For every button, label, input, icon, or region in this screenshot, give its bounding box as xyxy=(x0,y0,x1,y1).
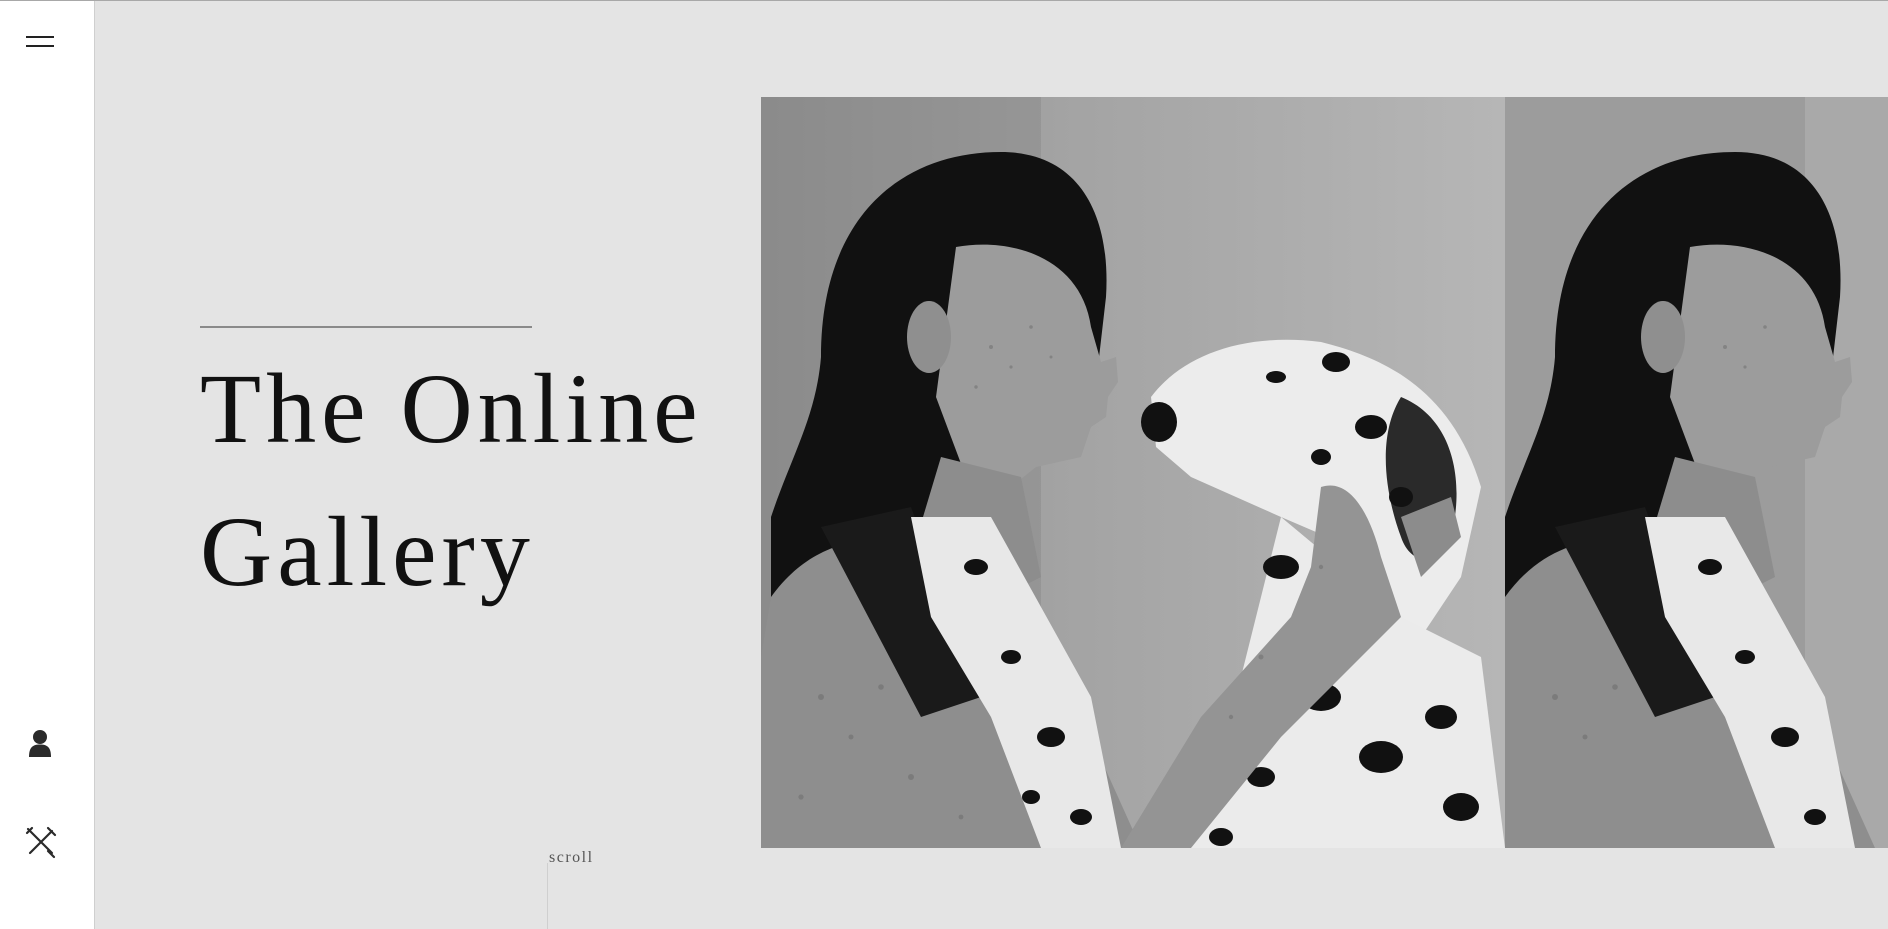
scroll-label[interactable]: scroll xyxy=(549,849,594,867)
gallery-photo[interactable] xyxy=(1505,97,1888,848)
hero-title-line1: The Online xyxy=(200,353,703,464)
hamburger-menu-icon[interactable] xyxy=(22,29,58,55)
title-divider xyxy=(200,326,532,328)
hero-title-line2: Gallery xyxy=(200,496,535,607)
sidebar xyxy=(0,1,95,929)
hero-title: The Online Gallery xyxy=(200,337,703,623)
gallery-photo[interactable] xyxy=(761,97,1505,848)
gallery-slider[interactable] xyxy=(761,97,1888,848)
main-content: The Online Gallery scroll xyxy=(96,1,1888,929)
tools-icon[interactable] xyxy=(24,825,58,859)
scroll-indicator-line xyxy=(547,863,548,929)
user-icon[interactable] xyxy=(24,727,56,761)
page: The Online Gallery scroll xyxy=(0,0,1888,929)
